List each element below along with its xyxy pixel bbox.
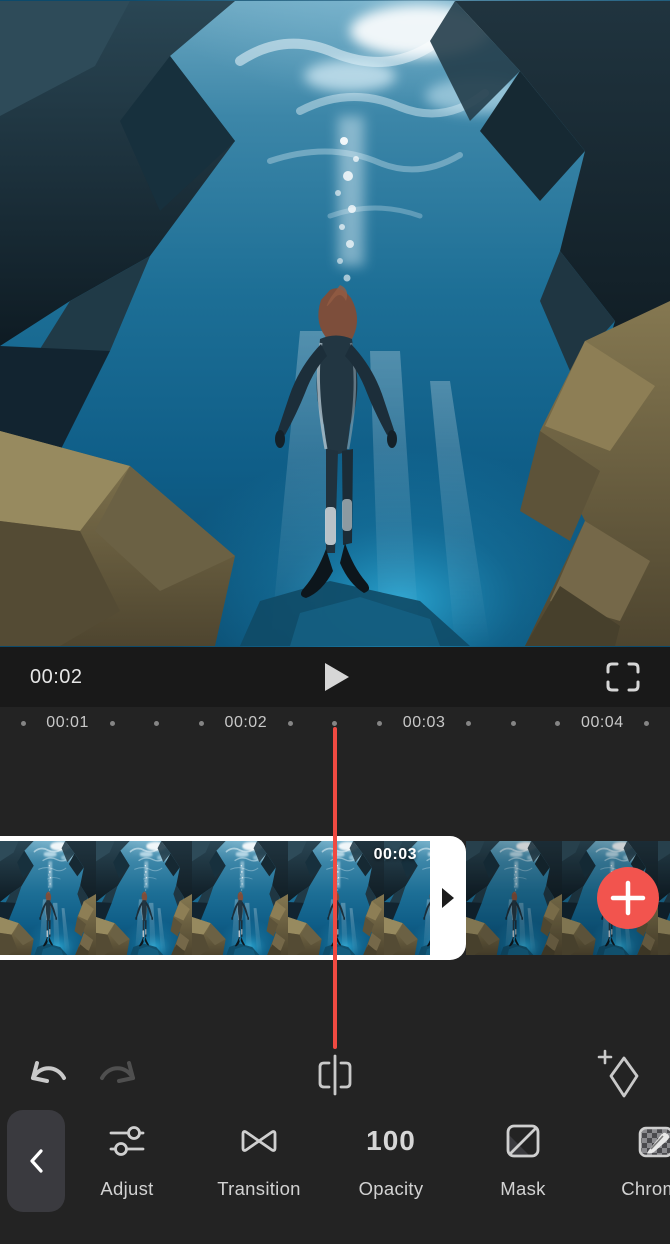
- toolbar-label: Transition: [217, 1178, 301, 1200]
- ruler-dot: [288, 721, 293, 726]
- ruler-dot: [466, 721, 471, 726]
- clip-thumbnail: [96, 841, 192, 955]
- split-clip-button[interactable]: [311, 1052, 359, 1098]
- ruler-dot: [199, 721, 204, 726]
- toolbar-item-chroma[interactable]: Chroma: [589, 1118, 670, 1200]
- play-button[interactable]: [321, 661, 353, 693]
- fullscreen-icon: [606, 662, 640, 692]
- redo-button[interactable]: [94, 1054, 142, 1096]
- video-editor-screen: 00:02 00:01 00:02 00:03 00:04: [0, 0, 670, 1244]
- ruler-label: 00:04: [581, 714, 623, 732]
- ruler-dot: [21, 721, 26, 726]
- toolbar-item-opacity[interactable]: 100 Opacity: [325, 1118, 457, 1200]
- add-clip-button[interactable]: [597, 867, 659, 929]
- ruler-label: 00:01: [47, 714, 89, 732]
- add-keyframe-icon: [596, 1048, 646, 1102]
- ruler-dot: [377, 721, 382, 726]
- clip-thumbnail: [466, 841, 562, 955]
- playback-bar: 00:02: [0, 647, 670, 707]
- trim-handle-arrow-icon: [441, 887, 455, 909]
- video-preview[interactable]: [0, 0, 670, 647]
- ruler-dot: [511, 721, 516, 726]
- chevron-left-icon: [27, 1148, 45, 1174]
- toolbar-item-mask[interactable]: Mask: [457, 1118, 589, 1200]
- selected-clip[interactable]: 00:03: [0, 836, 466, 960]
- transition-bowtie-icon: [236, 1118, 282, 1164]
- toolbar-label: Chroma: [621, 1178, 670, 1200]
- undo-button[interactable]: [24, 1054, 72, 1096]
- underwater-diver-frame: [0, 0, 670, 647]
- clip-duration-badge: 00:03: [374, 846, 417, 864]
- toolbar-item-transition[interactable]: Transition: [193, 1118, 325, 1200]
- ruler-dot: [555, 721, 560, 726]
- chroma-key-icon: [632, 1118, 670, 1164]
- current-time: 00:02: [30, 647, 83, 707]
- add-clip-plus-icon: [610, 880, 646, 916]
- ruler-dot: [644, 721, 649, 726]
- clip-trim-handle-right[interactable]: [430, 836, 466, 960]
- play-icon: [324, 661, 350, 693]
- back-button[interactable]: [7, 1110, 65, 1212]
- ruler-dot: [110, 721, 115, 726]
- clip-thumbnails: [0, 841, 430, 955]
- fullscreen-button[interactable]: [606, 662, 640, 692]
- ruler-dot: [332, 721, 337, 726]
- ruler-label: 00:03: [403, 714, 445, 732]
- clip-thumbnail: [658, 841, 670, 955]
- ruler-dot: [154, 721, 159, 726]
- toolbar-items: Adjust Transition 100 Opacity: [61, 1118, 670, 1200]
- clip-thumbnail: [192, 841, 288, 955]
- toolbar-item-adjust[interactable]: Adjust: [61, 1118, 193, 1200]
- toolbar-label: Adjust: [100, 1178, 153, 1200]
- redo-icon: [97, 1058, 139, 1092]
- ruler-label: 00:02: [225, 714, 267, 732]
- undo-icon: [27, 1058, 69, 1092]
- toolbar-label: Mask: [500, 1178, 545, 1200]
- toolbar-label: Opacity: [359, 1178, 424, 1200]
- add-keyframe-button[interactable]: [596, 1048, 646, 1102]
- playhead: [333, 727, 337, 1049]
- split-clip-icon: [312, 1053, 358, 1097]
- clip-thumbnail: [0, 841, 96, 955]
- opacity-value: 100: [366, 1118, 416, 1164]
- bottom-toolbar: Adjust Transition 100 Opacity: [0, 1100, 670, 1244]
- mask-icon: [500, 1118, 546, 1164]
- adjust-sliders-icon: [104, 1118, 150, 1164]
